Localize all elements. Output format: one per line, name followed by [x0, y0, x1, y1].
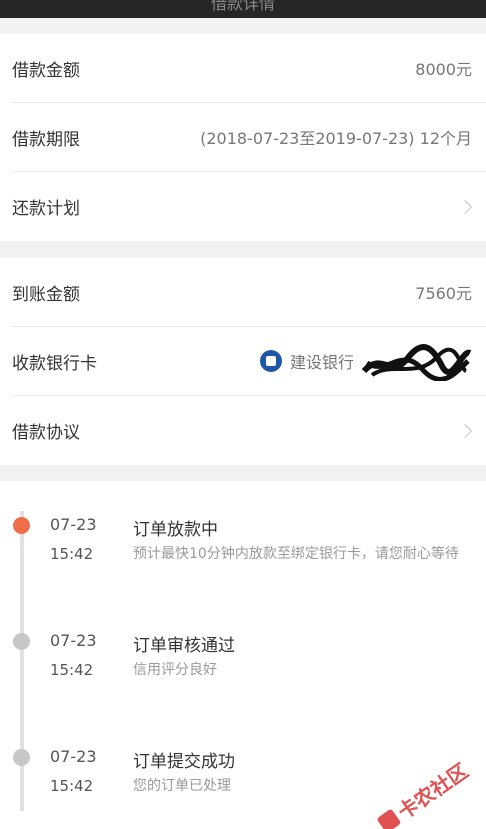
- timeline-time: 15:42: [50, 545, 94, 563]
- status-dot-active-icon: [13, 517, 30, 534]
- loan-agreement-label: 借款协议: [12, 423, 80, 443]
- timeline-time: 15:42: [50, 777, 94, 795]
- received-amount-row: 到账金额 7560元: [12, 258, 486, 327]
- loan-amount-value: 8000元: [415, 60, 472, 79]
- timeline-title: 订单放款中: [133, 520, 218, 540]
- status-dot-icon: [13, 633, 30, 650]
- timeline-time: 15:42: [50, 661, 94, 679]
- page-title: 借款详情: [210, 0, 275, 13]
- status-dot-icon: [13, 749, 30, 766]
- loan-info-card: 借款金额 8000元 借款期限 (2018-07-23至2019-07-23) …: [0, 34, 486, 241]
- order-timeline: 07-23 15:42 订单放款中 预计最快10分钟内放款至绑定银行卡，请您耐心…: [0, 481, 486, 829]
- loan-term-value: (2018-07-23至2019-07-23) 12个月: [200, 129, 472, 148]
- loan-amount-label: 借款金额: [12, 60, 80, 81]
- received-amount-value: 7560元: [415, 284, 472, 303]
- chevron-right-icon: [457, 199, 473, 214]
- timeline-title: 订单提交成功: [133, 752, 235, 772]
- loan-term-row: 借款期限 (2018-07-23至2019-07-23) 12个月: [12, 103, 486, 172]
- loan-amount-row: 借款金额 8000元: [12, 34, 486, 103]
- timeline-line: [20, 511, 24, 811]
- chevron-right-icon: [457, 423, 473, 438]
- bank-card-row: 收款银行卡 建设银行: [12, 327, 486, 396]
- repayment-plan-label: 还款计划: [12, 199, 80, 219]
- timeline-title: 订单审核通过: [133, 636, 235, 656]
- redaction-scribble: [362, 344, 472, 381]
- bank-name: 建设银行: [289, 353, 354, 372]
- timeline-date: 07-23: [50, 515, 97, 534]
- timeline-desc: 预计最快10分钟内放款至绑定银行卡，请您耐心等待: [133, 546, 459, 562]
- timeline-date: 07-23: [50, 631, 97, 650]
- bank-card-label: 收款银行卡: [12, 353, 97, 374]
- timeline-desc: 信用评分良好: [133, 662, 217, 678]
- loan-agreement-row[interactable]: 借款协议: [12, 396, 486, 465]
- top-bar: 借款详情: [0, 0, 486, 18]
- loan-term-label: 借款期限: [12, 129, 80, 150]
- bank-card-value: 建设银行: [259, 341, 472, 381]
- repayment-plan-row[interactable]: 还款计划: [12, 172, 486, 241]
- ccb-logo-icon: [259, 350, 282, 372]
- timeline-date: 07-23: [50, 747, 97, 766]
- received-amount-label: 到账金额: [12, 284, 80, 305]
- payout-info-card: 到账金额 7560元 收款银行卡 建设银行 借款协议: [0, 258, 486, 465]
